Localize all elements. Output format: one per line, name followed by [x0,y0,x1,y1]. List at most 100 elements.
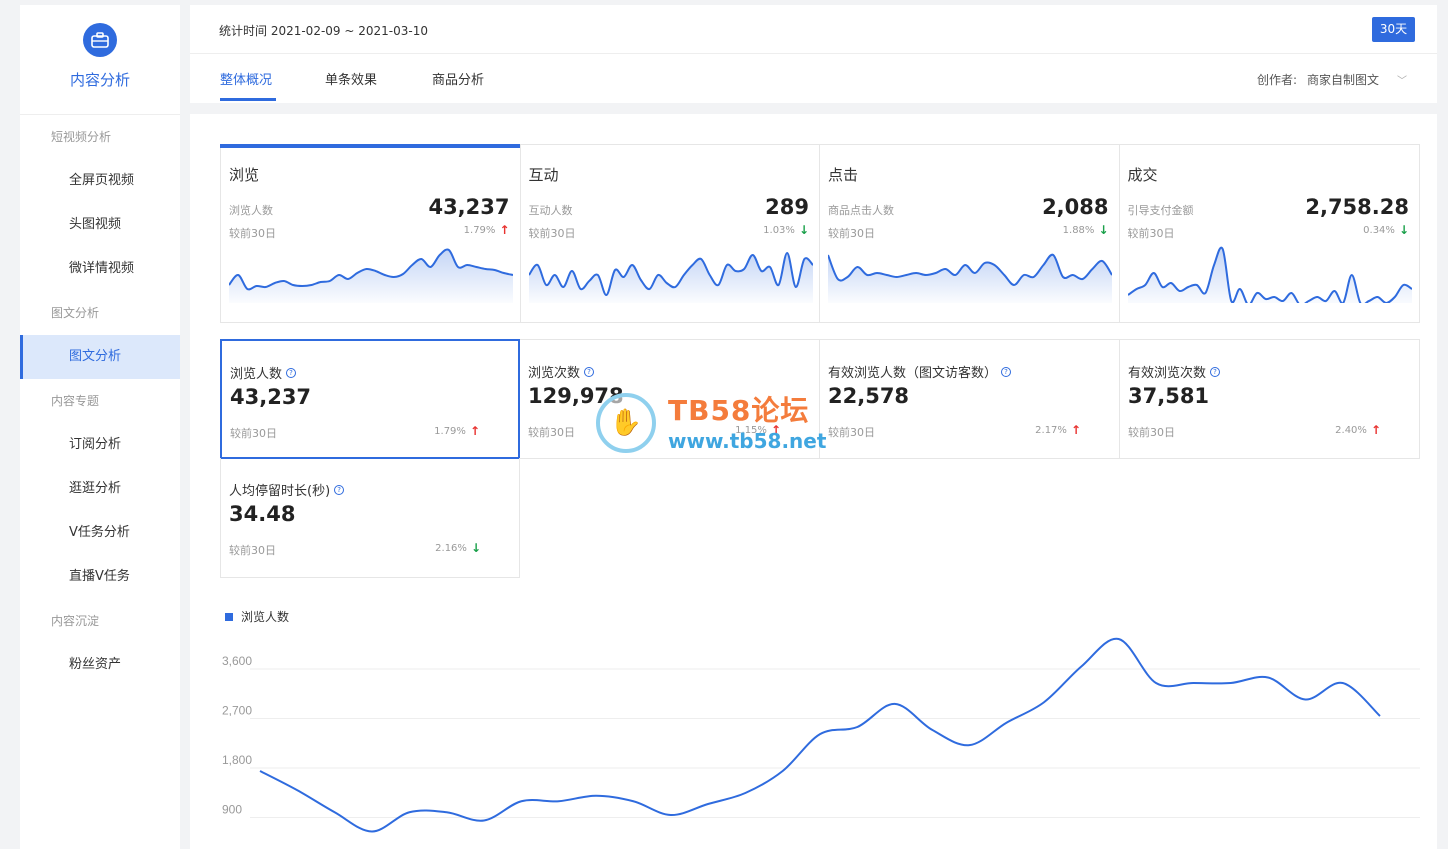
top-header: 统计时间 2021-02-09 ~ 2021-03-10 30天 整体概况 单条… [190,5,1437,103]
metric-value: 22,578 [828,384,910,408]
arrow-up-icon: ↑ [1370,423,1381,437]
sidebar-item[interactable]: 头图视频 [20,203,180,247]
card-title: 互动 [528,166,559,184]
card-label: 商品点击人数 [828,204,894,217]
metric-pct: 1.79% ↑ [434,424,480,438]
metric-title-text: 人均停留时长(秒) [229,484,331,499]
card-compare: 较前30日 [229,227,276,240]
sparkline-area [229,249,513,303]
card-compare: 较前30日 [1127,227,1175,240]
creator-label: 创作者: [1256,73,1297,87]
metric-title-text: 浏览人数 [230,367,283,382]
arrow-up-icon: ↑ [499,223,510,237]
creator-value: 商家自制图文 [1306,73,1379,87]
sparkline-chart [1127,246,1412,303]
chevron-down-icon: ﹀ [1397,76,1407,87]
card-label: 互动人数 [528,204,573,217]
arrow-down-icon: ↓ [1098,223,1109,237]
sidebar-header: 内容分析 [20,5,180,115]
metric-browse-times[interactable]: 浏览次数? 129,978 较前30日 1.15% ↑ [520,339,820,459]
card-pct: 0.34% ↓ [1363,223,1409,237]
pct-value: 2.16% [435,542,467,554]
sparkline-area [528,252,813,303]
card-title: 浏览 [229,166,260,184]
metric-pct: 2.17% ↑ [1035,423,1081,437]
card-value: 2,758.28 [1305,195,1409,219]
legend-swatch [225,612,233,621]
arrow-up-icon: ↑ [1070,423,1081,437]
metric-value: 37,581 [1128,384,1210,408]
header-divider [190,53,1437,54]
metric-title-text: 有效浏览人数（图文访客数） [828,366,998,381]
metric-pct: 2.40% ↑ [1335,423,1381,437]
card-pct: 1.03% ↓ [763,223,809,237]
card-label: 浏览人数 [229,204,273,217]
overview-card-browse[interactable]: 浏览 浏览人数 43,237 较前30日 1.79% ↑ [220,144,521,322]
metric-pct: 2.16% ↓ [435,541,481,555]
help-icon[interactable]: ? [334,484,345,495]
card-pct: 1.79% ↑ [464,223,510,237]
tab-overview[interactable]: 整体概况 [220,69,272,88]
arrow-up-icon: ↑ [770,423,781,437]
chart-legend: 浏览人数 [225,608,289,625]
metric-title: 有效浏览次数? [1128,362,1221,381]
sidebar-item[interactable]: 全屏页视频 [20,159,180,203]
overview-card-deal[interactable]: 成交 引导支付金额 2,758.28 较前30日 0.34% ↓ [1120,145,1420,322]
card-compare: 较前30日 [828,227,875,240]
pct-value: 1.79% [434,425,466,437]
help-icon[interactable]: ? [1210,366,1221,377]
metric-compare: 较前30日 [229,544,276,557]
overview-card-interact[interactable]: 互动 互动人数 289 较前30日 1.03% ↓ [521,145,820,322]
arrow-up-icon: ↑ [469,424,480,438]
sidebar-group-label: 内容专题 [51,394,100,408]
metric-compare: 较前30日 [528,426,575,439]
sidebar-menu: 短视频分析 全屏页视频 头图视频 微详情视频 图文分析 图文分析 内容专题 订阅分析 逛逛分析 V… [20,115,180,687]
sidebar-group-label: 内容沉淀 [51,614,100,628]
series-line [259,637,1381,833]
sidebar-group-label: 短视频分析 [51,130,112,144]
range-30-days-button[interactable]: 30天 [1372,17,1415,42]
sidebar-item[interactable]: V任务分析 [20,511,180,555]
help-icon[interactable]: ? [584,366,595,377]
sidebar-item[interactable]: 图文分析 [20,335,180,379]
metric-pct: 1.15% ↑ [735,423,781,437]
sidebar-item[interactable]: 微详情视频 [20,247,180,291]
tab-single-effect[interactable]: 单条效果 [325,69,377,88]
y-tick-label: 1,800 [222,753,252,767]
metric-title: 浏览人数? [230,363,297,382]
overview-cards: 浏览 浏览人数 43,237 较前30日 1.79% ↑ 互动 互动人数 289 … [220,144,1420,323]
sidebar-item[interactable]: 粉丝资产 [20,643,180,687]
metric-effective-browse-times[interactable]: 有效浏览次数? 37,581 较前30日 2.40% ↑ [1120,339,1420,459]
arrow-down-icon: ↓ [470,541,481,555]
metric-browse-users[interactable]: 浏览人数? 43,237 较前30日 1.79% ↑ [220,339,520,459]
pct-value: 2.17% [1035,424,1067,436]
sparkline-area [1127,247,1412,303]
sparkline-chart [229,248,513,303]
sidebar-item[interactable]: 逛逛分析 [20,467,180,511]
card-title: 成交 [1127,166,1158,184]
active-tab-indicator [220,98,276,101]
sparkline-area [828,254,1112,303]
card-label: 引导支付金额 [1127,204,1194,217]
metric-title-text: 浏览次数 [528,366,581,381]
card-title: 点击 [828,166,859,184]
main-panel: 浏览 浏览人数 43,237 较前30日 1.79% ↑ 互动 互动人数 289 … [190,114,1437,849]
overview-card-click[interactable]: 点击 商品点击人数 2,088 较前30日 1.88% ↓ [820,145,1120,322]
briefcase-icon [83,23,117,57]
pct-value: 2.40% [1335,424,1367,436]
card-compare: 较前30日 [528,227,576,240]
y-tick-label: 2,700 [222,704,252,718]
card-value: 2,088 [1042,195,1109,219]
pct-value: 1.15% [735,424,767,436]
help-icon[interactable]: ? [286,367,297,378]
sparkline-chart [828,253,1112,303]
creator-select[interactable]: 创作者: 商家自制图文 ﹀ [1257,71,1407,88]
sidebar-item[interactable]: 直播V任务 [20,555,180,599]
metric-value: 129,978 [528,384,624,408]
metric-avg-stay-time[interactable]: 人均停留时长(秒)? 34.48 较前30日 2.16% ↓ [220,458,520,578]
metric-compare: 较前30日 [828,426,875,439]
metric-effective-browse-users[interactable]: 有效浏览人数（图文访客数）? 22,578 较前30日 2.17% ↑ [820,339,1120,459]
help-icon[interactable]: ? [1001,366,1012,377]
sidebar-item[interactable]: 订阅分析 [20,423,180,467]
tab-product-analysis[interactable]: 商品分析 [432,69,484,88]
